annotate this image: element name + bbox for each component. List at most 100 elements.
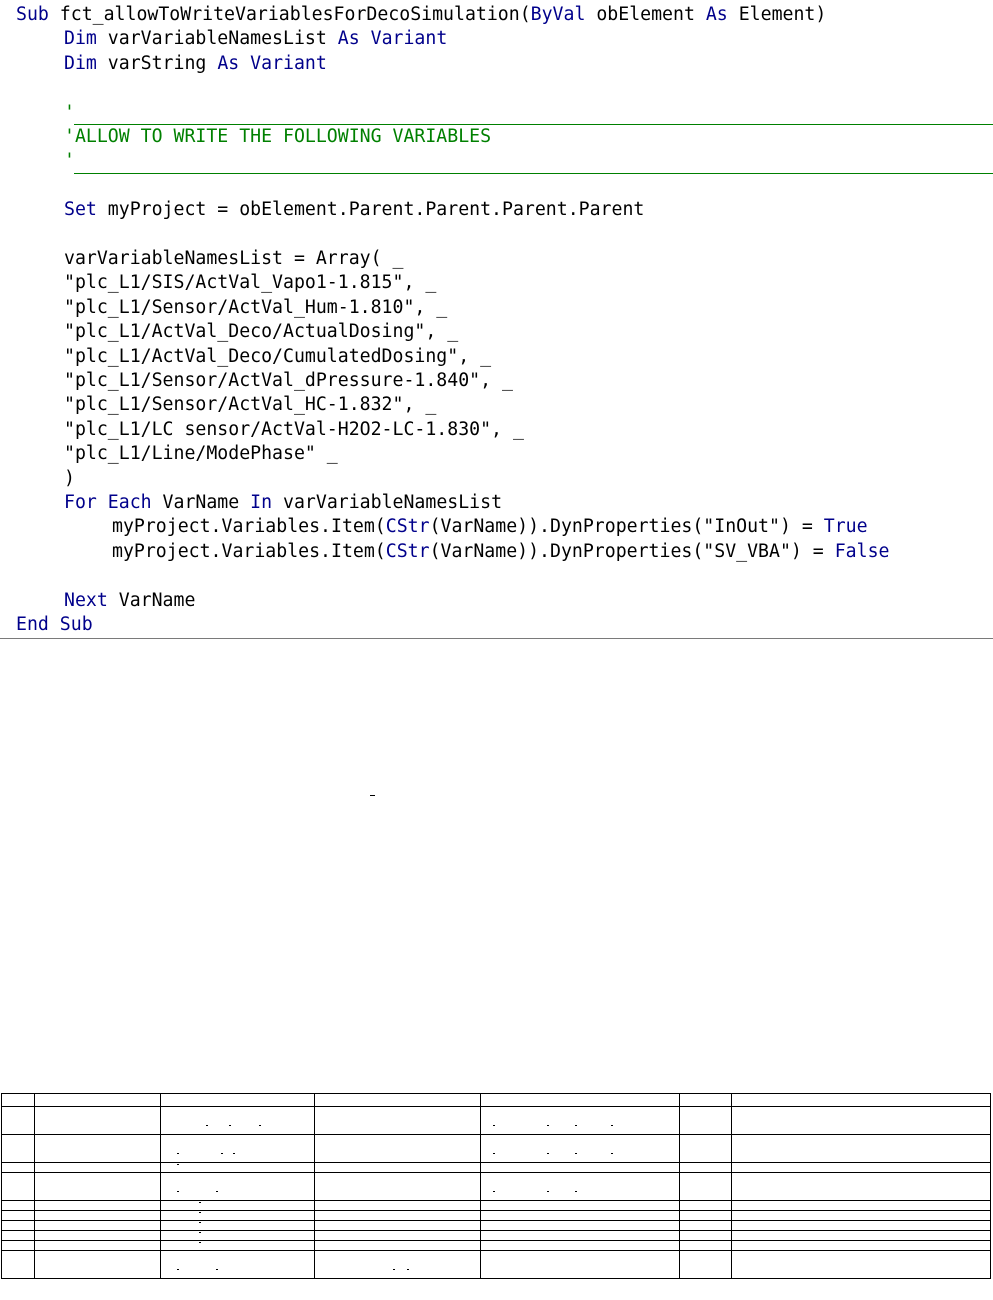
table-cell — [34, 1200, 161, 1211]
table-cell — [34, 1240, 161, 1251]
underscore-mark — [370, 795, 375, 796]
code-line: Sub fct_allowToWriteVariablesForDecoSimu… — [16, 3, 826, 27]
cell-underscore-mark — [611, 1153, 613, 1154]
code-token: "plc_L1/Sensor/ActVal_HC-1.832", _ — [64, 394, 437, 416]
cell-underscore-mark — [547, 1153, 549, 1154]
cell-underscore-mark — [547, 1125, 549, 1126]
code-token: VarName — [151, 492, 251, 513]
code-line: Next VarName — [64, 589, 195, 613]
table-row — [1, 1093, 991, 1107]
code-editor[interactable]: Sub fct_allowToWriteVariablesForDecoSimu… — [0, 0, 993, 639]
keyword-token: As — [705, 4, 728, 25]
table-cell — [480, 1134, 680, 1163]
cell-underscore-mark — [177, 1164, 179, 1165]
code-token: (VarName)).DynProperties("InOut") = — [429, 516, 824, 538]
table-cell — [1, 1106, 35, 1135]
code-token: varString — [96, 52, 218, 74]
table-cell — [731, 1200, 991, 1211]
table-cell — [679, 1200, 732, 1211]
table-cell — [160, 1134, 315, 1163]
keyword-token: CStr — [385, 540, 430, 562]
table-row — [1, 1200, 991, 1211]
keyword-token: As — [337, 28, 360, 50]
cell-underscore-mark — [199, 1242, 201, 1243]
cell-underscore-mark — [407, 1269, 409, 1270]
table-cell — [314, 1200, 481, 1211]
table-cell — [480, 1162, 680, 1173]
keyword-token: For Each — [64, 492, 152, 513]
table-cell — [480, 1230, 680, 1241]
table-cell — [160, 1250, 315, 1279]
table-cell — [480, 1093, 680, 1107]
table-row — [1, 1106, 991, 1135]
table-cell — [34, 1230, 161, 1241]
table-cell — [679, 1134, 732, 1163]
table-row — [1, 1230, 991, 1241]
keyword-token: Set — [64, 199, 97, 221]
table-cell — [1, 1230, 35, 1241]
table-cell — [1, 1200, 35, 1211]
table-cell — [34, 1162, 161, 1173]
code-token: ) — [64, 467, 75, 489]
keyword-token: In — [250, 492, 273, 513]
cell-underscore-mark — [177, 1153, 179, 1154]
cell-underscore-mark — [493, 1153, 495, 1154]
keyword-token: Sub — [16, 4, 49, 25]
table-cell — [1, 1172, 35, 1201]
code-token: "plc_L1/Sensor/ActVal_Hum-1.810", _ — [64, 296, 448, 318]
code-token: "plc_L1/Sensor/ActVal_dPressure-1.840", … — [64, 370, 513, 391]
code-line: "plc_L1/Sensor/ActVal_Hum-1.810", _ — [64, 296, 447, 320]
table-cell — [1, 1093, 35, 1107]
table-cell — [160, 1210, 315, 1221]
cell-underscore-mark — [393, 1269, 395, 1270]
cell-underscore-mark — [199, 1202, 201, 1203]
cell-underscore-mark — [216, 1269, 218, 1270]
table-cell — [731, 1162, 991, 1173]
code-line: ' — [64, 101, 75, 125]
table-cell — [679, 1220, 732, 1231]
code-line: ' — [64, 149, 75, 173]
keyword-token: Variant — [250, 52, 327, 74]
code-token: VarName — [107, 589, 196, 611]
code-line: End Sub — [16, 613, 93, 637]
cell-underscore-mark — [206, 1125, 208, 1126]
table-cell — [34, 1250, 161, 1279]
cell-underscore-mark — [233, 1153, 235, 1154]
table-cell — [679, 1240, 732, 1251]
code-line: Set myProject = obElement.Parent.Parent.… — [64, 198, 644, 222]
table-cell — [480, 1172, 680, 1201]
table-cell — [34, 1134, 161, 1163]
cell-underscore-mark — [493, 1125, 495, 1126]
table-cell — [731, 1134, 991, 1163]
table-cell — [160, 1220, 315, 1231]
code-token: "plc_L1/Line/ModePhase" _ — [64, 443, 338, 465]
table-cell — [314, 1230, 481, 1241]
cell-underscore-mark — [493, 1191, 495, 1192]
table-cell — [160, 1240, 315, 1251]
code-token: myProject.Variables.Item( — [112, 516, 386, 538]
table-cell — [160, 1230, 315, 1241]
table-cell — [314, 1106, 481, 1135]
table-cell — [314, 1250, 481, 1279]
keyword-token: Next — [64, 589, 108, 611]
table-cell — [480, 1220, 680, 1231]
cell-underscore-mark — [199, 1232, 201, 1233]
table-cell — [679, 1162, 732, 1173]
table-cell — [731, 1093, 991, 1107]
code-token: "plc_L1/LC sensor/ActVal-H2O2-LC-1.830",… — [64, 418, 524, 440]
code-line: "plc_L1/Line/ModePhase" _ — [64, 442, 338, 466]
table-cell — [480, 1250, 680, 1279]
keyword-token: Variant — [370, 28, 448, 50]
table-cell — [679, 1093, 732, 1107]
table-cell — [1, 1250, 35, 1279]
cell-underscore-mark — [177, 1191, 179, 1192]
table-cell — [1, 1162, 35, 1173]
code-token: varVariableNamesList — [96, 28, 338, 50]
table-cell — [34, 1172, 161, 1201]
code-line: "plc_L1/ActVal_Deco/CumulatedDosing", _ — [64, 345, 491, 369]
table-cell — [679, 1250, 732, 1279]
code-line: Dim varVariableNamesList As Variant — [64, 27, 447, 51]
comment-separator-line — [74, 173, 993, 174]
table-cell — [731, 1172, 991, 1201]
